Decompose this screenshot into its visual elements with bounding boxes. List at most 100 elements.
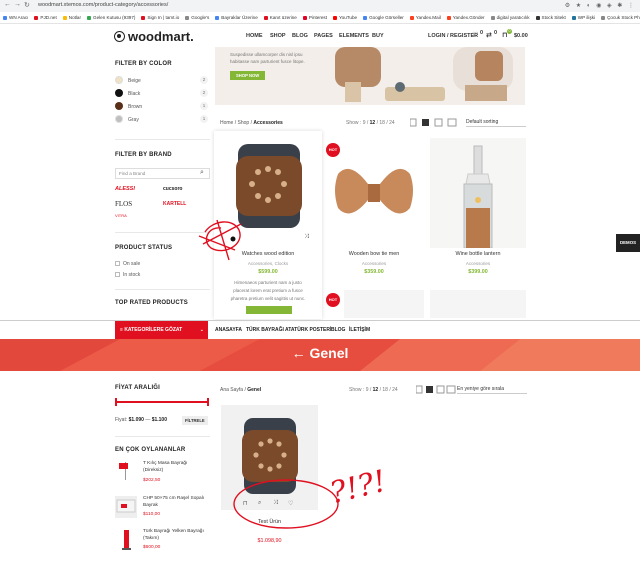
- sort-select[interactable]: Default sorting: [466, 119, 526, 127]
- brand-search-input[interactable]: Find a Brand: [115, 168, 210, 179]
- sort-select[interactable]: En yeniye göre sırala: [457, 386, 527, 394]
- show-12[interactable]: 12: [370, 120, 376, 126]
- flag-thumb-image: [116, 499, 136, 513]
- color-filter-item[interactable]: Beige: [115, 76, 141, 84]
- shop-now-button[interactable]: SHOP NOW: [230, 71, 266, 80]
- search-icon[interactable]: ⌕: [200, 169, 204, 177]
- bestseller-name[interactable]: CHP 50×75 cm Raşel Sopalı Bayrak: [143, 496, 211, 509]
- color-filter-item[interactable]: Gray: [115, 115, 139, 123]
- product-image-bowtie[interactable]: [330, 150, 418, 236]
- compare-icon[interactable]: ⤨: [304, 234, 309, 241]
- bookmark-item[interactable]: Sign In | tamt.io: [141, 15, 179, 20]
- show-18[interactable]: 18: [379, 120, 385, 126]
- menu-home[interactable]: HOME: [246, 33, 263, 39]
- bookmark-item[interactable]: Bayraklar Üzerine: [215, 15, 258, 20]
- nav-poster[interactable]: ATATÜRK POSTERİ: [285, 327, 331, 333]
- breadcrumb-home[interactable]: Ana Sayfa: [220, 387, 243, 393]
- browse-categories-button[interactable]: ≡ KATEGORİLERE GÖZAT ⌄: [115, 321, 208, 339]
- bookmark-item[interactable]: Google's: [185, 15, 209, 20]
- nav-home[interactable]: ANASAYFA: [215, 327, 242, 333]
- price-slider-max-handle[interactable]: [207, 398, 209, 406]
- nav-contact[interactable]: İLETİŞİM: [349, 327, 370, 333]
- bookmark-item[interactable]: Notlar: [62, 15, 81, 20]
- grid-view-icons[interactable]: [410, 118, 460, 127]
- bookmark-item[interactable]: Gelen Kutusu (9397): [87, 15, 135, 20]
- bookmark-item[interactable]: WN Aracı: [3, 15, 28, 20]
- product-image[interactable]: [344, 290, 424, 318]
- brand-flos[interactable]: FLOS: [115, 200, 132, 208]
- bookmark-item[interactable]: Çocuk Stock Photo: [601, 15, 640, 20]
- bestseller-name[interactable]: T Kılıç Masa Bayrağı (Direksiz): [143, 461, 209, 474]
- show-9[interactable]: 9: [363, 120, 366, 126]
- product-image-lantern[interactable]: [430, 138, 526, 248]
- breadcrumb-home[interactable]: Home: [220, 120, 233, 126]
- brand-kartell[interactable]: KARTELL: [163, 201, 186, 207]
- extension-icons[interactable]: ⚙ ★ ◐ ◉ ◈ ✱ ⋮: [565, 2, 636, 9]
- menu-elements[interactable]: ELEMENTS: [339, 33, 369, 39]
- brand-cucsoro[interactable]: cucsoro: [163, 186, 182, 192]
- address-bar[interactable]: woodmart.xtemos.com/product-category/acc…: [38, 2, 168, 8]
- price-slider-min-handle[interactable]: [115, 398, 117, 406]
- bookmark-item[interactable]: Kanıt üzerine: [263, 15, 297, 20]
- back-icon[interactable]: ←: [4, 1, 11, 8]
- bookmark-item[interactable]: YouTube: [333, 15, 357, 20]
- wishlist-count: 0: [480, 30, 484, 36]
- color-filter-item[interactable]: Black: [115, 89, 140, 97]
- forward-icon[interactable]: →: [14, 1, 21, 8]
- bestseller-thumb[interactable]: [115, 496, 137, 518]
- login-link[interactable]: LOGIN / REGISTER: [428, 33, 478, 39]
- status-in-stock[interactable]: In stock: [115, 272, 140, 278]
- bookmark-label: Kanıt üzerine: [269, 15, 297, 20]
- bookmark-item[interactable]: Stock Sitekt: [535, 15, 566, 20]
- bestseller-name[interactable]: Türk Bayrağı Yelken Bayrağı (Takım): [143, 529, 209, 542]
- menu-shop[interactable]: SHOP: [270, 33, 286, 39]
- compare-count: 0: [494, 30, 498, 36]
- bookmark-item[interactable]: digital yaratıcılık: [490, 15, 530, 20]
- bookmark-favicon-icon: [363, 15, 368, 20]
- bookmark-item[interactable]: WP ilişki: [571, 15, 595, 20]
- nav-flag[interactable]: TÜRK BAYRAĞI: [246, 327, 284, 333]
- product-category[interactable]: Accessories: [430, 261, 526, 266]
- product-image[interactable]: [430, 290, 526, 318]
- bookmark-item[interactable]: Google Görseller: [363, 15, 404, 20]
- bookmark-label: Çocuk Stock Photo: [607, 15, 640, 20]
- price-slider-track[interactable]: [115, 401, 209, 403]
- menu-pages[interactable]: PAGES: [314, 33, 333, 39]
- show-9[interactable]: 9: [366, 387, 369, 393]
- wishlist-icon[interactable]: ♡: [472, 31, 478, 39]
- show-24[interactable]: 24: [389, 120, 395, 126]
- bookmark-favicon-icon: [34, 15, 39, 20]
- demos-button[interactable]: DEMOS: [616, 234, 640, 252]
- nav-blog[interactable]: BLOG: [331, 327, 345, 333]
- cart-total[interactable]: $0.00: [514, 33, 528, 39]
- show-24[interactable]: 24: [392, 387, 398, 393]
- grid-view-icons[interactable]: [416, 385, 456, 394]
- reload-icon[interactable]: ↻: [24, 1, 30, 9]
- filter-button[interactable]: FİLTRELE: [182, 416, 208, 425]
- brand-vitra[interactable]: VITRA: [115, 213, 127, 218]
- checkbox[interactable]: [115, 261, 120, 266]
- product-category[interactable]: Accessories: [326, 261, 422, 266]
- bestseller-thumb[interactable]: [115, 529, 137, 551]
- status-on-sale[interactable]: On sale: [115, 261, 140, 267]
- bestseller-thumb[interactable]: [115, 460, 137, 482]
- menu-buy[interactable]: BUY: [372, 33, 384, 39]
- checkbox[interactable]: [115, 272, 120, 277]
- bookmark-item[interactable]: Yandex.Gönder: [446, 15, 485, 20]
- show-18[interactable]: 18: [382, 387, 388, 393]
- add-to-cart-button[interactable]: [246, 306, 292, 314]
- bookmark-label: Gelen Kutusu (9397): [93, 15, 136, 20]
- color-swatch: [115, 102, 123, 110]
- bookmark-item[interactable]: PJD.net: [34, 15, 57, 20]
- site-logo[interactable]: woodmart.: [114, 29, 194, 44]
- product-name[interactable]: Wine bottle lantern: [430, 251, 526, 257]
- brand-alessi[interactable]: ALESSI: [115, 186, 135, 192]
- color-filter-item[interactable]: Brown: [115, 102, 142, 110]
- show-12[interactable]: 12: [373, 387, 379, 393]
- compare-icon[interactable]: ⇄: [486, 31, 492, 39]
- menu-blog[interactable]: BLOG: [292, 33, 308, 39]
- bookmark-item[interactable]: Yandex.Mail: [409, 15, 441, 20]
- product-name[interactable]: Wooden bow tie men: [326, 251, 422, 257]
- breadcrumb-shop[interactable]: Shop: [238, 120, 250, 126]
- bookmark-item[interactable]: Pinterest: [302, 15, 327, 20]
